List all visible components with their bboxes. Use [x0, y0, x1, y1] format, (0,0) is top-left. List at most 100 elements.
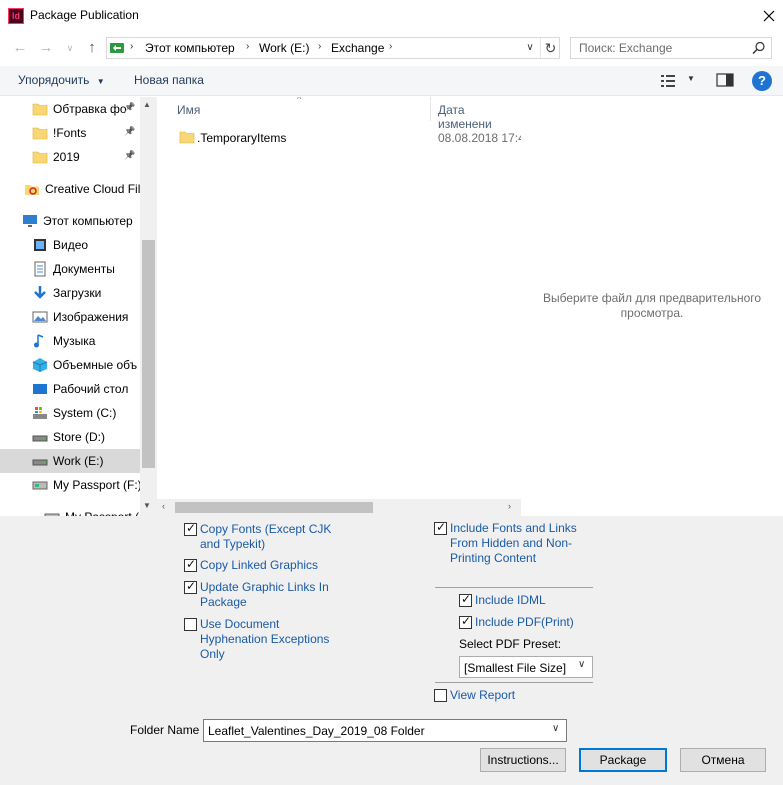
hyphenation-label: Use Document Hyphenation Exceptions Only: [200, 617, 330, 661]
breadcrumb-separator: ›: [318, 41, 322, 52]
change-view-button[interactable]: ▼: [660, 73, 700, 89]
recent-locations-button[interactable]: ∨: [60, 38, 80, 58]
forward-button[interactable]: →: [36, 38, 56, 58]
preview-pane-toggle[interactable]: [716, 73, 734, 89]
sidebar-item-label: Музыка: [53, 334, 96, 348]
address-dropdown-button[interactable]: ∨: [521, 39, 539, 57]
pdf-preset-value: [Smallest File Size]: [464, 661, 567, 675]
update-graphic-links-checkbox[interactable]: ✓: [184, 579, 197, 594]
separator: [435, 682, 593, 683]
sidebar-item-label: Объемные объ: [53, 358, 138, 372]
sidebar-item[interactable]: System (C:): [0, 401, 140, 425]
scroll-up-icon[interactable]: ▲: [143, 100, 151, 109]
scroll-right-icon[interactable]: ›: [508, 501, 511, 511]
copy-linked-graphics-checkbox[interactable]: ✓: [184, 557, 197, 572]
instructions-button[interactable]: Instructions...: [480, 748, 566, 772]
include-pdf-checkbox[interactable]: ✓: [459, 614, 472, 629]
system-drive-icon: [33, 407, 47, 419]
sidebar-item[interactable]: My Passport (F:): [0, 505, 154, 516]
hyphenation-checkbox[interactable]: [184, 618, 197, 631]
search-box[interactable]: [570, 37, 772, 59]
close-button[interactable]: [758, 5, 780, 27]
cancel-button[interactable]: Отмена: [680, 748, 766, 772]
pdf-preset-select[interactable]: [Smallest File Size] ∨: [459, 656, 593, 678]
address-bar[interactable]: › Этот компьютер › Work (E:) › Exchange …: [106, 37, 560, 59]
search-icon: [752, 41, 765, 55]
breadcrumb-exchange[interactable]: Exchange: [331, 41, 384, 55]
navigation-scrollbar[interactable]: ▲ ▼: [140, 97, 157, 516]
sidebar-item[interactable]: Work (E:): [0, 449, 140, 473]
back-button[interactable]: ←: [10, 38, 30, 58]
package-button[interactable]: Package: [579, 748, 667, 772]
include-hidden-checkbox[interactable]: ✓: [434, 520, 447, 535]
desktop-icon: [33, 384, 47, 394]
copy-fonts-label: Copy Fonts (Except CJK and Typekit): [200, 522, 332, 551]
sidebar-item[interactable]: Загрузки: [0, 281, 140, 305]
scrollbar-thumb[interactable]: [142, 240, 155, 468]
sidebar-item-label: Creative Cloud Fil: [45, 182, 141, 196]
downloads-icon: [34, 286, 46, 299]
preview-pane-icon: [716, 73, 734, 87]
sidebar-item[interactable]: !Fonts 📌: [0, 121, 140, 145]
sidebar-item[interactable]: 2019 📌: [0, 145, 140, 169]
sidebar-item[interactable]: Этот компьютер: [0, 209, 140, 233]
folder-name-label: Folder Name: [130, 723, 200, 737]
new-folder-button[interactable]: Новая папка: [134, 73, 204, 87]
breadcrumb-work-drive[interactable]: Work (E:): [259, 41, 309, 55]
sidebar-item[interactable]: Изображения: [0, 305, 140, 329]
scrollbar-thumb[interactable]: [175, 502, 373, 513]
usb-drive-icon: [32, 481, 48, 490]
sidebar-item-label: Рабочий стол: [53, 382, 129, 396]
organize-menu[interactable]: Упорядочить ▼: [18, 73, 105, 87]
sidebar-item[interactable]: Документы: [0, 257, 140, 281]
column-divider[interactable]: [430, 97, 431, 121]
sidebar-item-label: Work (E:): [53, 454, 104, 468]
sidebar-item-label: Видео: [53, 238, 89, 252]
sidebar-item[interactable]: Видео: [0, 233, 140, 257]
scroll-down-icon[interactable]: ▼: [143, 501, 151, 510]
sidebar-item[interactable]: My Passport (F:): [0, 473, 142, 497]
help-icon: ?: [758, 73, 766, 88]
file-list-scrollbar[interactable]: ‹ ›: [157, 499, 521, 516]
folder-name-combobox[interactable]: ∨: [203, 719, 567, 742]
folder-icon: [179, 131, 195, 144]
sidebar-item[interactable]: Обтравка фо 📌: [0, 97, 140, 121]
checkmark-icon: ✓: [436, 520, 447, 534]
scroll-left-icon[interactable]: ‹: [162, 501, 165, 511]
help-button[interactable]: ?: [752, 71, 772, 91]
breadcrumb-separator: ›: [130, 41, 134, 52]
usb-drive-icon: [44, 513, 60, 516]
file-date: 08.08.2018 17:47: [438, 131, 521, 145]
sidebar-item[interactable]: Рабочий стол: [0, 377, 140, 401]
include-idml-checkbox[interactable]: ✓: [459, 592, 472, 607]
view-report-label: View Report: [450, 688, 516, 702]
sidebar-item-label: 2019: [53, 150, 80, 164]
navigation-pane: Обтравка фо 📌 !Fonts 📌 2019 📌 Creative Cloud F…: [0, 97, 157, 516]
chevron-down-icon: ∨: [526, 42, 534, 53]
column-header-name[interactable]: Имя: [177, 103, 200, 117]
folder-name-input[interactable]: [208, 724, 548, 738]
up-button[interactable]: ↑: [82, 38, 102, 58]
sidebar-item[interactable]: Музыка: [0, 329, 140, 353]
caret-down-icon: ▼: [96, 77, 105, 86]
sidebar-item-label: System (C:): [53, 406, 117, 420]
copy-fonts-checkbox[interactable]: ✓: [184, 521, 197, 536]
sidebar-item[interactable]: Store (D:): [0, 425, 140, 449]
caret-down-icon: ▼: [687, 74, 695, 83]
sidebar-item[interactable]: Creative Cloud Fil: [0, 177, 140, 201]
computer-icon: [23, 215, 37, 227]
search-input[interactable]: [579, 41, 749, 55]
refresh-button[interactable]: ↻: [540, 38, 560, 58]
sidebar-item-label: Изображения: [53, 310, 129, 324]
copy-linked-graphics-label: Copy Linked Graphics: [200, 558, 319, 572]
chevron-down-icon[interactable]: ∨: [552, 723, 559, 734]
view-report-checkbox[interactable]: [434, 689, 447, 702]
include-pdf-label: Include PDF(Print): [475, 615, 574, 629]
sidebar-item[interactable]: Объемные объ: [0, 353, 140, 377]
file-row[interactable]: .TemporaryItems 08.08.2018 17:47: [177, 127, 521, 149]
separator: [435, 587, 593, 588]
sidebar-item-label: Обтравка фо: [53, 102, 127, 116]
file-name: .TemporaryItems: [197, 131, 287, 145]
creative-cloud-icon: [25, 185, 39, 195]
breadcrumb-this-pc[interactable]: Этот компьютер: [145, 41, 235, 55]
